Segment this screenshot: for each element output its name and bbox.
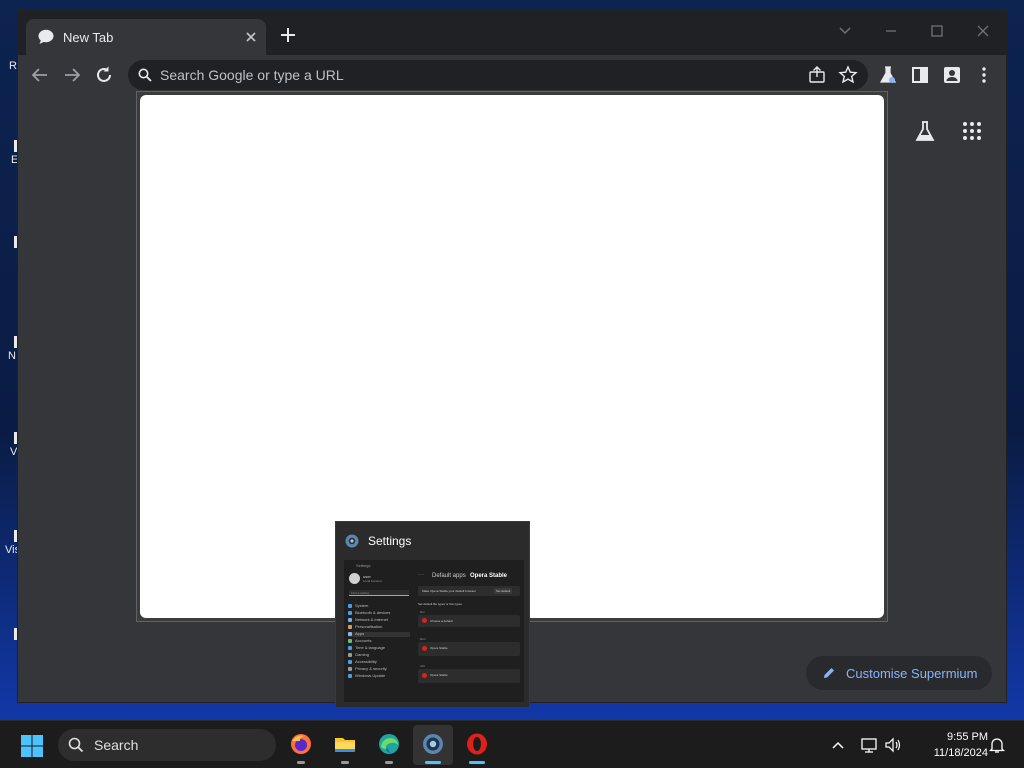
omnibox[interactable]	[128, 60, 868, 90]
edge-icon	[379, 734, 399, 754]
taskbar-app-opera[interactable]	[457, 725, 497, 765]
taskbar-app-file-explorer[interactable]	[325, 725, 365, 765]
opera-icon	[467, 733, 487, 755]
clock-time: 9:55 PM	[947, 731, 988, 743]
maximize-icon[interactable]	[922, 17, 952, 45]
star-icon[interactable]	[838, 65, 858, 85]
desktop-icon-label: N	[8, 350, 16, 362]
settings-gear-icon	[345, 534, 359, 548]
chevron-down-icon[interactable]	[830, 17, 860, 45]
thumb-search-placeholder: Find a setting	[351, 591, 370, 595]
desktop-icon[interactable]	[0, 628, 19, 668]
share-icon[interactable]	[807, 65, 827, 85]
volume-icon[interactable]	[883, 735, 903, 755]
thumb-nav-item: Network & internet	[348, 617, 410, 623]
tab-strip: New Tab	[18, 11, 1006, 55]
thumb-nav-item: Accessibility	[348, 659, 410, 665]
thumb-row: Opera Stable	[418, 642, 520, 656]
preview-title: Settings	[368, 534, 412, 548]
chevron-up-icon[interactable]	[828, 735, 848, 755]
thumb-app-label: Settings	[356, 563, 371, 568]
clock-date: 11/18/2024	[933, 747, 988, 759]
taskbar-search-label: Search	[94, 737, 139, 753]
thumb-section: Set default file types or link types	[418, 602, 462, 606]
taskbar: Search 9:55 PM 11/18/2024	[0, 720, 1024, 768]
thumb-nav-item: System	[348, 603, 410, 609]
omnibox-input[interactable]	[160, 65, 760, 85]
customise-label: Customise Supermium	[846, 666, 978, 681]
taskbar-app-edge[interactable]	[369, 725, 409, 765]
taskbar-app-settings[interactable]	[413, 725, 453, 765]
thumb-user-sub: Local Account	[363, 579, 382, 583]
minimize-icon[interactable]	[876, 17, 906, 45]
search-icon	[68, 737, 84, 753]
desktop-icon[interactable]	[0, 236, 19, 276]
forward-arrow-icon[interactable]	[59, 62, 85, 88]
labs-flask-icon[interactable]	[875, 62, 901, 88]
pencil-icon	[824, 668, 834, 678]
file-explorer-icon	[335, 738, 355, 752]
browser-toolbar	[18, 55, 1006, 95]
thumb-nav-item: Windows Update	[348, 673, 410, 679]
thumb-nav-item: Accounts	[348, 638, 410, 644]
thumb-row: Choose a default	[418, 615, 520, 627]
tab-title: New Tab	[63, 30, 114, 45]
thumb-breadcrumb: Default apps	[432, 573, 466, 579]
settings-hover-preview[interactable]: Settings Settings user Local Account Fin…	[335, 521, 530, 708]
thumb-breadcrumb-current: Opera Stable	[470, 573, 508, 579]
reload-icon[interactable]	[91, 62, 117, 88]
settings-icon	[423, 734, 443, 754]
more-vert-icon[interactable]	[971, 62, 997, 88]
avatar	[349, 573, 360, 584]
taskbar-search[interactable]: Search	[58, 729, 276, 761]
close-icon[interactable]	[968, 17, 998, 45]
thumb-row: Opera Stable	[418, 669, 520, 683]
tab-new-tab[interactable]: New Tab	[26, 19, 266, 55]
thumb-search: Find a setting	[349, 590, 409, 596]
thumb-nav-item: Time & language	[348, 645, 410, 651]
desktop-icon[interactable]: N	[0, 336, 19, 376]
system-clock[interactable]: 9:55 PM 11/18/2024	[912, 729, 988, 761]
settings-thumbnail: Settings user Local Account Find a setti…	[344, 560, 524, 702]
thumb-nav-item: Gaming	[348, 652, 410, 658]
thumb-row-label: .html	[419, 637, 426, 641]
speech-bubble-icon	[38, 29, 54, 44]
desktop-icon[interactable]: Vis	[0, 530, 20, 570]
thumb-nav-item: Personalisation	[348, 624, 410, 630]
desktop-icon[interactable]: Re	[0, 54, 23, 94]
search-icon	[138, 68, 152, 82]
taskbar-app-firefox[interactable]	[281, 725, 321, 765]
thumb-ellipsis: ···	[418, 572, 424, 578]
firefox-icon	[291, 734, 311, 754]
thumb-nav-item: Bluetooth & devices	[348, 610, 410, 616]
desktop-icon[interactable]: E	[0, 140, 19, 180]
apps-grid-icon[interactable]	[960, 119, 984, 143]
close-icon[interactable]	[242, 28, 260, 46]
thumb-row-label: .htm	[419, 610, 425, 614]
notification-bell-icon[interactable]	[987, 735, 1007, 755]
back-arrow-icon[interactable]	[27, 62, 53, 88]
side-panel-icon[interactable]	[907, 62, 933, 88]
thumb-row-label: .mht	[419, 664, 425, 668]
plus-icon[interactable]	[276, 23, 300, 47]
windows-start-icon[interactable]	[20, 734, 44, 758]
thumb-nav-item: Privacy & security	[348, 666, 410, 672]
customise-button[interactable]: Customise Supermium	[806, 656, 992, 690]
network-icon[interactable]	[860, 735, 880, 755]
profile-icon[interactable]	[939, 62, 965, 88]
labs-flask-icon[interactable]	[913, 119, 937, 143]
thumb-nav-item-active: Apps	[348, 631, 410, 637]
thumb-default-prompt: Make Opera Stable your default browser S…	[418, 586, 520, 596]
desktop-icon[interactable]: V	[0, 432, 19, 472]
